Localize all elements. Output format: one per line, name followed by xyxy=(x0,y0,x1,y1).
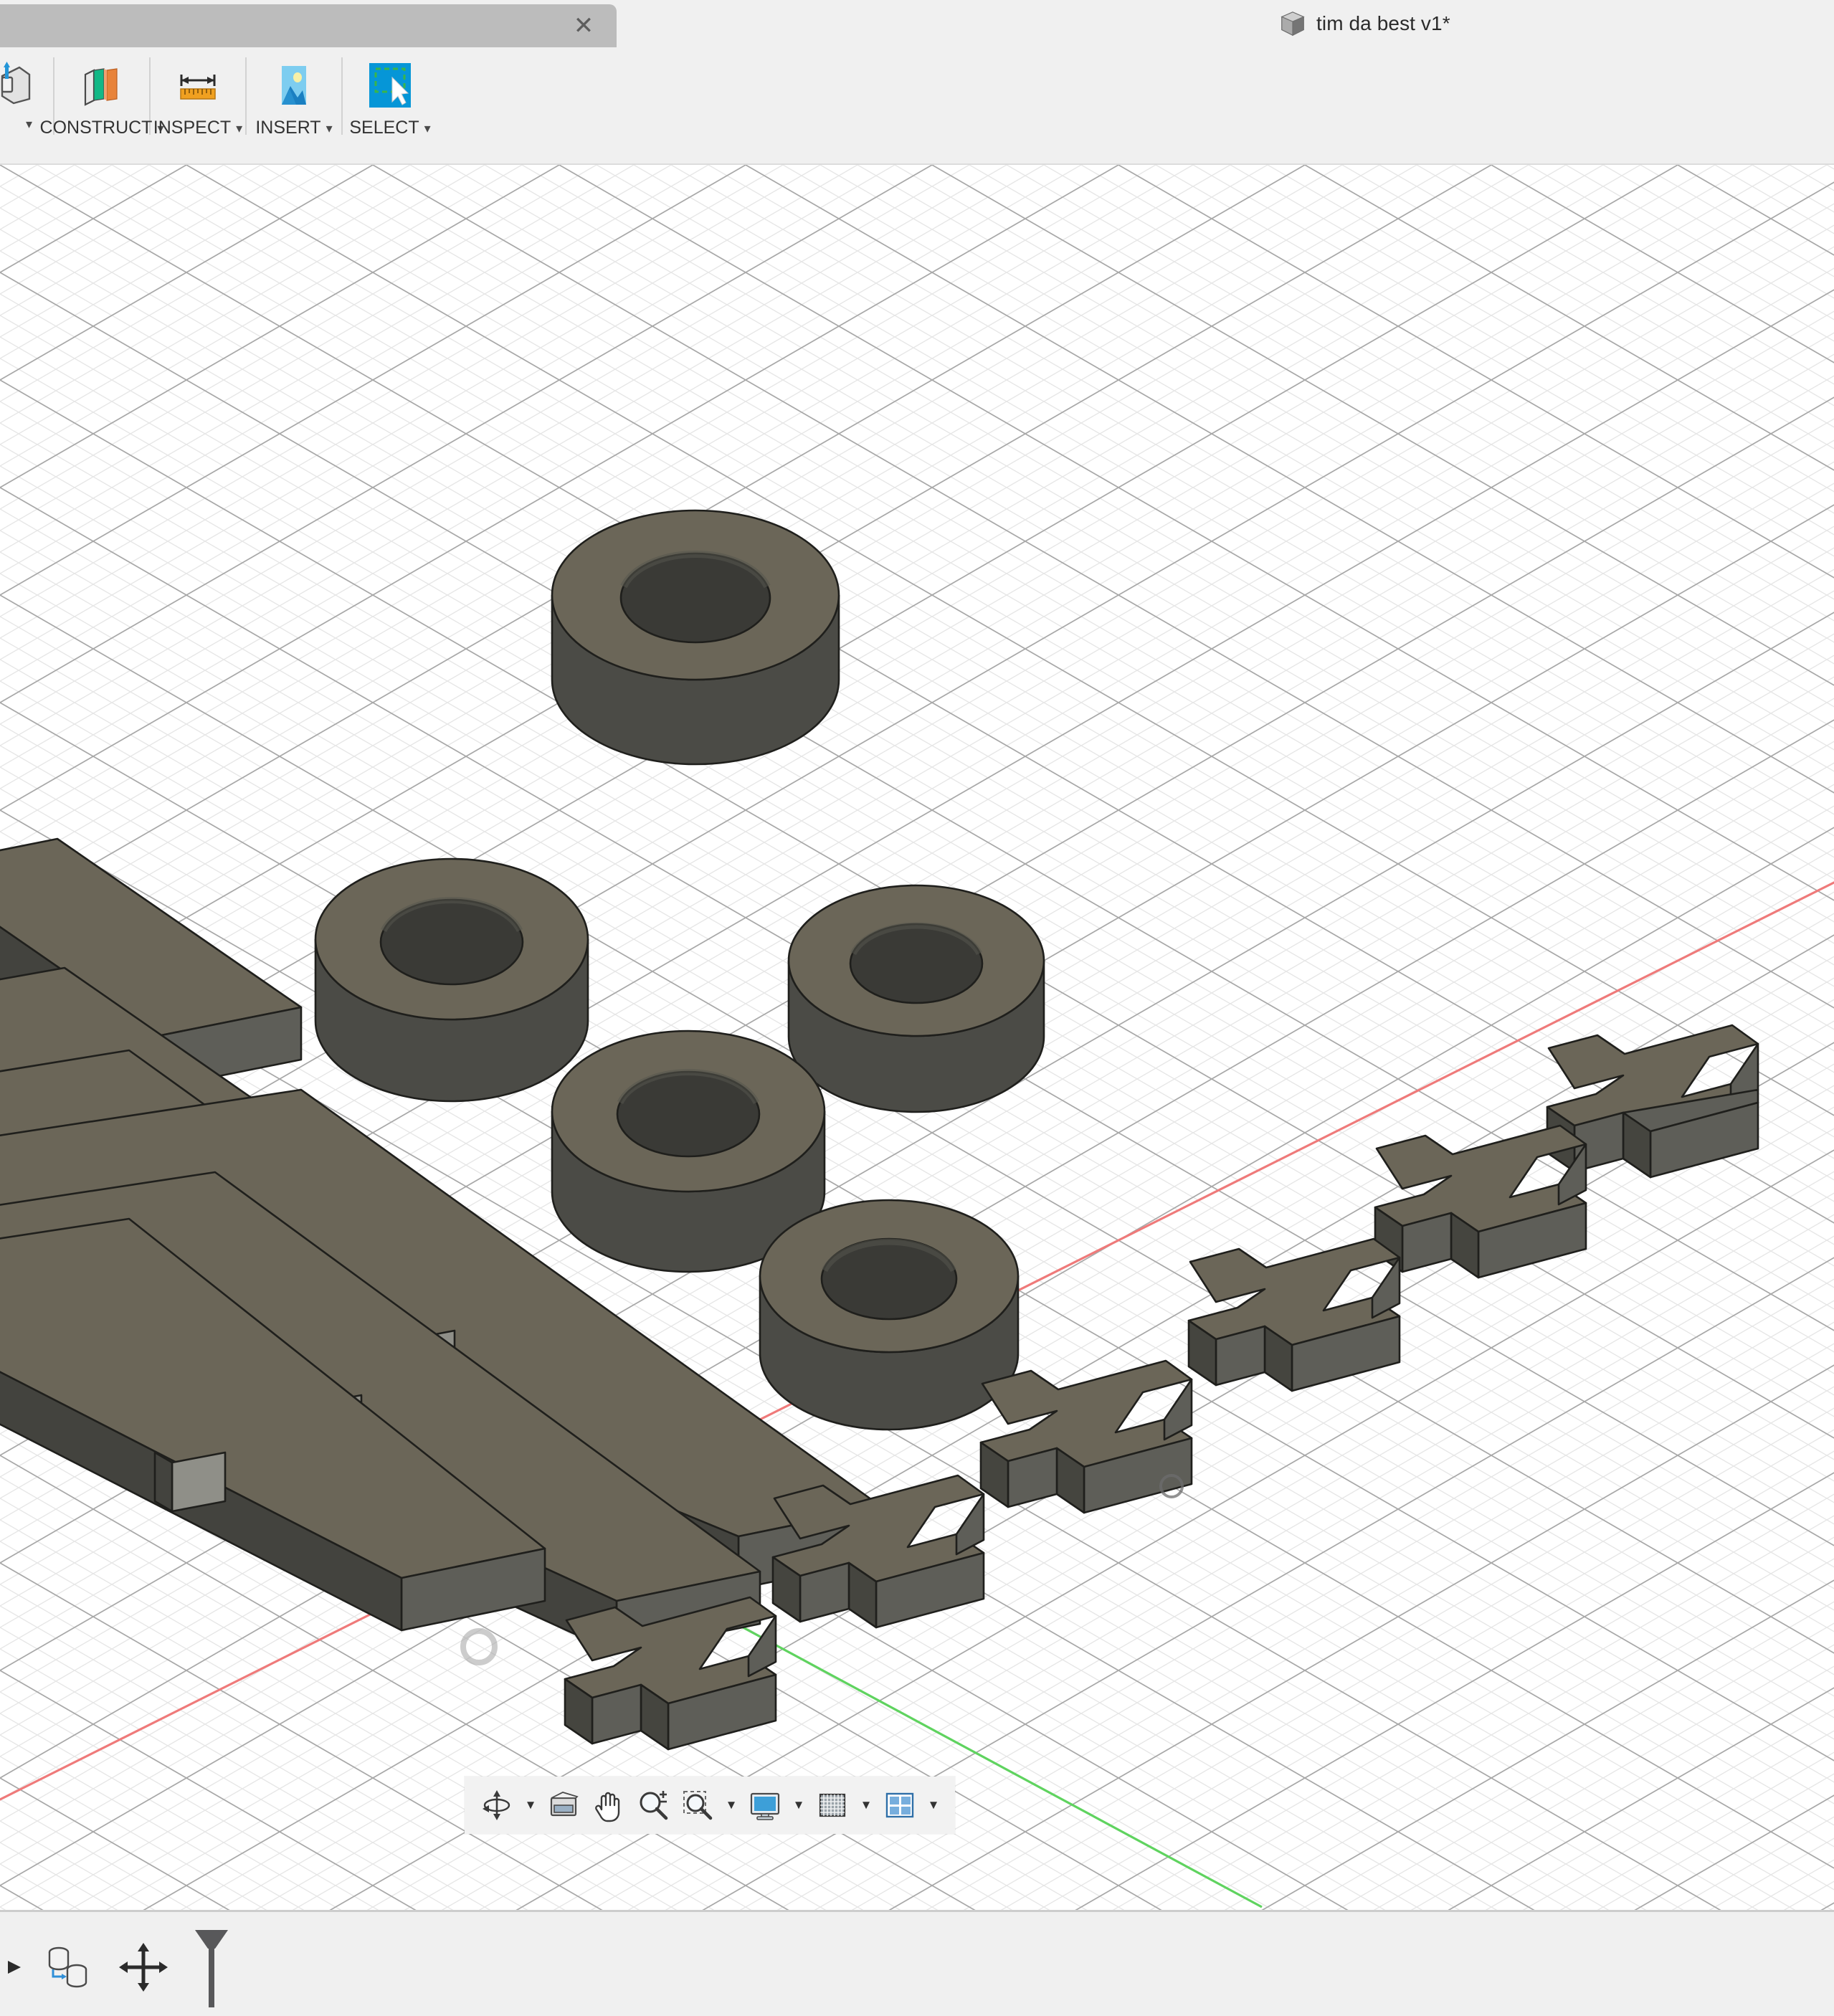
display-monitor-icon[interactable] xyxy=(744,1782,786,1828)
cross-body xyxy=(564,1596,777,1751)
inspect-icon xyxy=(180,75,216,100)
ring-body xyxy=(787,884,1045,1113)
copy-paste-bodies-icon[interactable] xyxy=(29,1928,108,2007)
play-arrow-icon[interactable] xyxy=(0,1939,29,1996)
toolbar-item-modify-label: ▾ xyxy=(21,118,32,130)
move-copy-icon[interactable] xyxy=(108,1928,179,2007)
zoom-window-dropdown-caret[interactable]: ▼ xyxy=(721,1782,741,1828)
fusion-application-window: ✕ tim da best v1* ▾ CONSTRUCT ▾ INSPECT … xyxy=(0,0,1834,2016)
viewport-layout-icon[interactable] xyxy=(879,1782,921,1828)
construct-icon xyxy=(84,68,118,106)
view-navigation-bar: ▼ ▼ ▼ ▼ ▼ xyxy=(465,1777,955,1834)
chevron-down-icon: ▾ xyxy=(236,120,243,135)
viewport-layout-dropdown-caret[interactable]: ▼ xyxy=(923,1782,944,1828)
timeline-status-bar xyxy=(0,1910,1834,2016)
cross-body xyxy=(771,1474,985,1629)
toolbar-item-select[interactable]: SELECT ▾ xyxy=(343,47,437,155)
insert-icon xyxy=(282,66,306,105)
viewport-canvas[interactable] xyxy=(0,165,1834,1910)
main-toolbar: ▾ CONSTRUCT ▾ INSPECT ▾ INSERT ▾ SELECT … xyxy=(0,47,1834,165)
document-tab-bar: ✕ tim da best v1* xyxy=(0,0,1834,47)
zoom-window-icon[interactable] xyxy=(677,1782,718,1828)
look-at-icon[interactable] xyxy=(543,1782,585,1828)
toolbar-item-inspect[interactable]: INSPECT ▾ xyxy=(151,47,245,155)
modify-icon xyxy=(1,62,31,105)
toolbar-item-select-label: SELECT ▾ xyxy=(349,118,431,138)
three-d-viewport[interactable]: ▼ ▼ ▼ ▼ ▼ xyxy=(0,165,1834,1910)
toolbar-item-insert[interactable]: INSERT ▾ xyxy=(247,47,341,155)
active-document-tab[interactable]: tim da best v1* xyxy=(1262,0,1468,47)
scene-graph xyxy=(0,165,1834,1910)
active-tab-label: tim da best v1* xyxy=(1316,12,1450,34)
chevron-down-icon: ▾ xyxy=(326,120,333,135)
grid-icon[interactable] xyxy=(812,1782,853,1828)
select-icon xyxy=(369,63,411,108)
zoom-magnifier-icon[interactable] xyxy=(632,1782,674,1828)
timeline-marker-icon[interactable] xyxy=(179,1924,244,2010)
inactive-document-tab[interactable]: ✕ xyxy=(0,4,617,47)
close-icon[interactable]: ✕ xyxy=(569,11,598,40)
chevron-down-icon: ▾ xyxy=(424,120,431,135)
orbit-dropdown-caret[interactable]: ▼ xyxy=(521,1782,541,1828)
ring-body xyxy=(759,1199,1020,1431)
cross-body xyxy=(1374,1124,1587,1279)
cross-body xyxy=(1187,1237,1401,1392)
toolbar-item-construct[interactable]: CONSTRUCT ▾ xyxy=(40,47,164,155)
display-settings-dropdown-caret[interactable]: ▼ xyxy=(789,1782,809,1828)
grid-snaps-dropdown-caret[interactable]: ▼ xyxy=(856,1782,876,1828)
timeline xyxy=(0,1928,244,2007)
toolbar-item-construct-label: CONSTRUCT ▾ xyxy=(39,118,164,138)
toolbar-item-insert-label: INSERT ▾ xyxy=(255,118,333,138)
ring-body xyxy=(314,857,589,1103)
cube-icon xyxy=(1281,11,1305,37)
pan-hand-icon[interactable] xyxy=(588,1782,629,1828)
chevron-down-icon: ▾ xyxy=(25,117,33,131)
orbit-icon[interactable] xyxy=(476,1782,518,1828)
toolbar-item-modify[interactable]: ▾ xyxy=(0,47,53,155)
ring-body xyxy=(551,509,840,766)
toolbar-item-inspect-label: INSPECT ▾ xyxy=(153,118,243,138)
